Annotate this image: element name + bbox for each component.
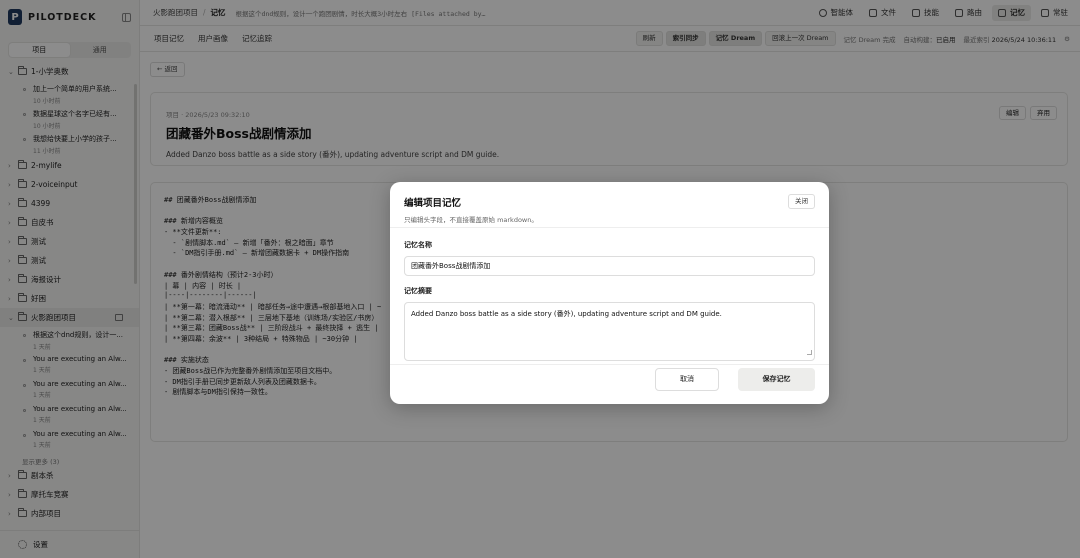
edit-memory-dialog: 编辑项目记忆 只编辑头字段，不直接覆盖原始 markdown。 关闭 记忆名称 … (390, 182, 829, 404)
summary-label: 记忆摘要 (404, 287, 432, 295)
name-label: 记忆名称 (404, 241, 432, 249)
cancel-button[interactable]: 取消 (655, 368, 719, 391)
dialog-subtitle: 只编辑头字段，不直接覆盖原始 markdown。 (404, 216, 538, 224)
dialog-title: 编辑项目记忆 (404, 198, 462, 209)
memory-summary-textarea[interactable]: Added Danzo boss battle as a side story … (404, 302, 815, 361)
save-memory-button[interactable]: 保存记忆 (738, 368, 815, 391)
close-button[interactable]: 关闭 (788, 194, 815, 209)
resize-handle-icon[interactable] (807, 350, 812, 355)
memory-name-input[interactable] (404, 256, 815, 276)
